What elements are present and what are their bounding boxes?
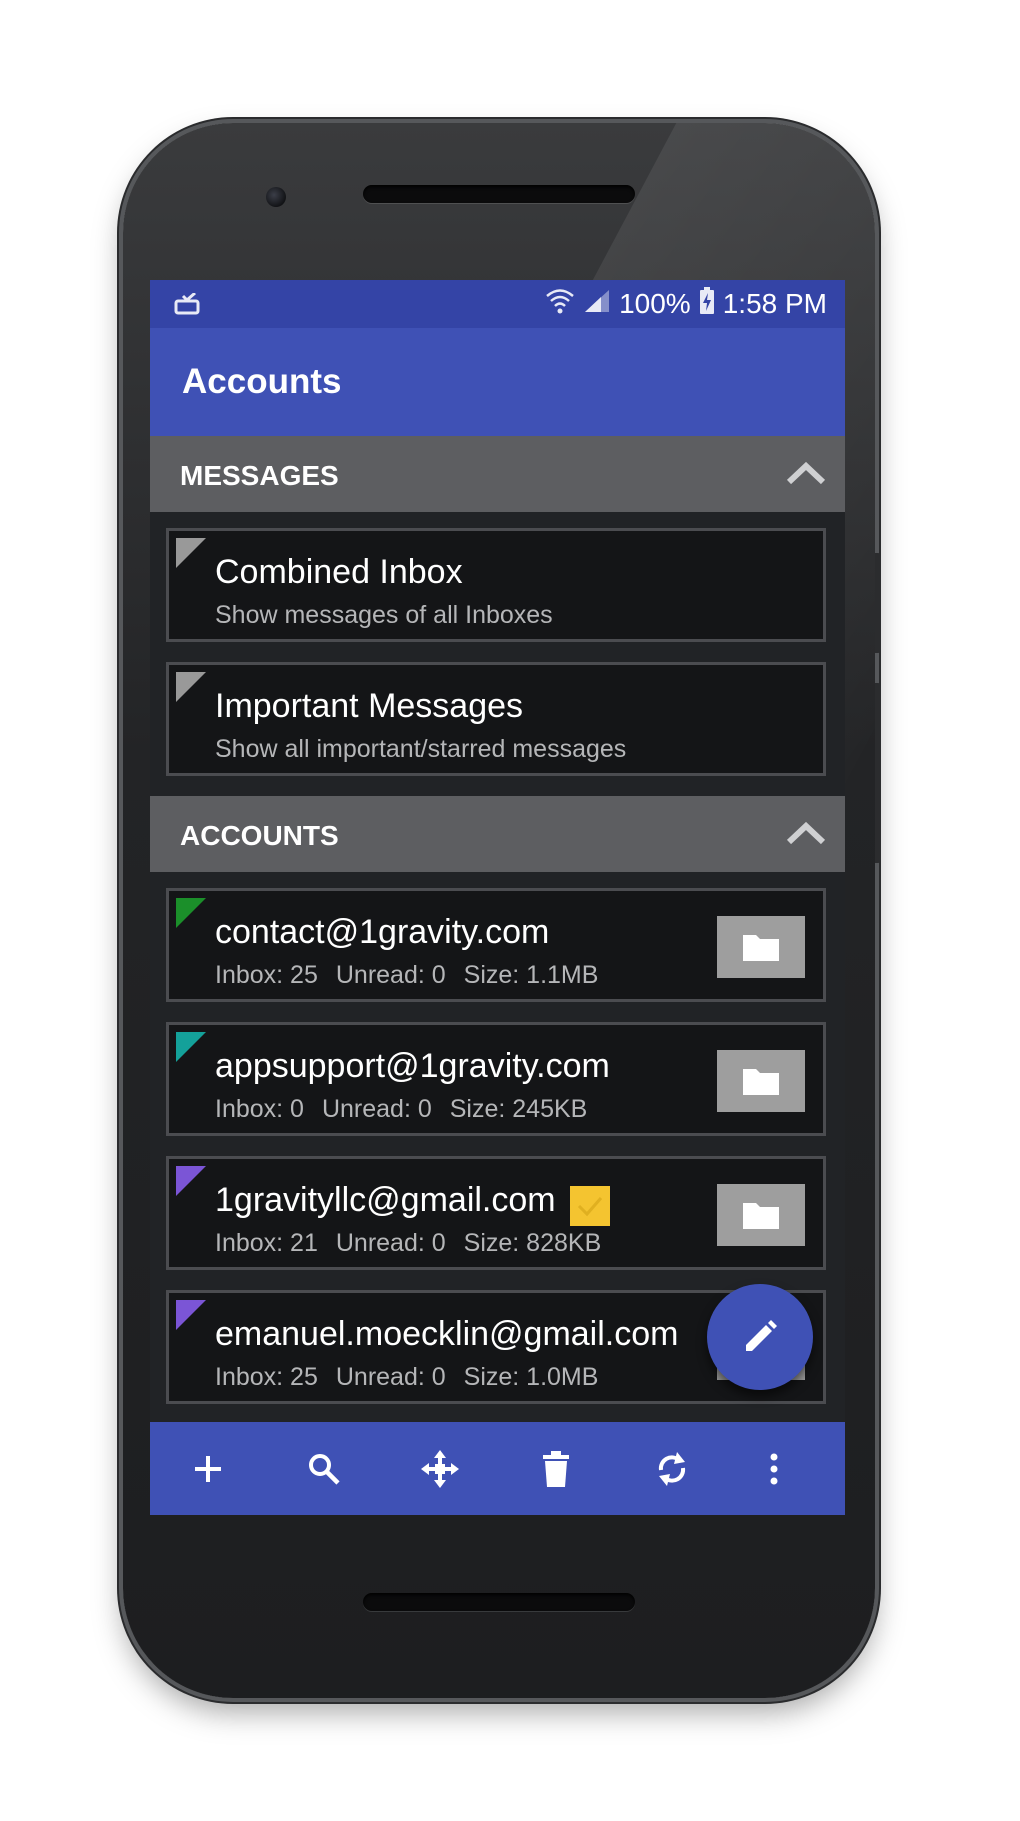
- inbox-count: Inbox: 25: [215, 961, 318, 989]
- account-size: Size: 245KB: [449, 1095, 588, 1123]
- unread-count: Unread: 0: [321, 1095, 432, 1123]
- item-title: Important Messages: [215, 687, 524, 725]
- search-icon: [309, 1453, 340, 1485]
- bottom-action-bar: [150, 1422, 845, 1515]
- account-email-row: 1gravityllc@gmail.com: [215, 1181, 610, 1226]
- account-color-indicator: [176, 898, 206, 928]
- unread-count: Unread: 0: [335, 1229, 446, 1257]
- section-label: MESSAGES: [180, 460, 339, 491]
- inbox-count: Inbox: 25: [215, 1363, 318, 1391]
- account-email: emanuel.moecklin@gmail.com: [215, 1315, 679, 1353]
- account-size: Size: 1.0MB: [463, 1363, 599, 1391]
- account-stats: Inbox: 0 Unread: 0 Size: 245KB: [215, 1095, 605, 1124]
- folder-color-indicator: [176, 672, 206, 702]
- inbox-count: Inbox: 0: [215, 1095, 304, 1123]
- folder-button[interactable]: [717, 1050, 805, 1112]
- add-account-button[interactable]: [168, 1422, 248, 1515]
- folder-icon: [743, 935, 779, 961]
- folder-icon: [743, 1069, 779, 1095]
- front-camera: [266, 187, 286, 207]
- battery-percent: 100%: [619, 288, 691, 319]
- account-size: Size: 828KB: [463, 1229, 602, 1257]
- move-arrows-icon: [421, 1449, 459, 1488]
- account-color-indicator: [176, 1032, 206, 1062]
- account-stats: Inbox: 21 Unread: 0 Size: 828KB: [215, 1229, 619, 1258]
- account-color-indicator: [176, 1166, 206, 1196]
- folder-icon: [743, 1203, 779, 1229]
- refresh-button[interactable]: [632, 1422, 712, 1515]
- account-email: 1gravityllc@gmail.com: [215, 1181, 556, 1219]
- battery-charging-icon: [699, 286, 715, 322]
- page-title: Accounts: [182, 362, 342, 401]
- account-size: Size: 1.1MB: [463, 961, 599, 989]
- account-color-indicator: [176, 1300, 206, 1330]
- clock: 1:58 PM: [722, 288, 827, 319]
- account-email: appsupport@1gravity.com: [215, 1047, 610, 1085]
- item-subtitle: Show messages of all Inboxes: [215, 601, 553, 629]
- trash-icon: [543, 1450, 569, 1487]
- pencil-compose-icon: [746, 1320, 777, 1351]
- messages-section-header[interactable]: MESSAGES: [150, 436, 845, 512]
- volume-button: [875, 553, 881, 653]
- checkbox-checked-icon[interactable]: [569, 1186, 610, 1226]
- email-notification-icon: [174, 291, 202, 320]
- account-item[interactable]: appsupport@1gravity.com Inbox: 0 Unread: …: [166, 1022, 826, 1136]
- sync-icon: [658, 1451, 686, 1486]
- app-bar: Accounts: [150, 328, 845, 436]
- item-subtitle: Show all important/starred messages: [215, 735, 627, 763]
- chevron-up-icon[interactable]: [785, 818, 827, 853]
- wifi-icon: [545, 287, 575, 322]
- search-button[interactable]: [284, 1422, 364, 1515]
- section-label: ACCOUNTS: [180, 820, 339, 851]
- compose-fab[interactable]: [707, 1284, 813, 1390]
- important-messages-item[interactable]: Important Messages Show all important/st…: [166, 662, 826, 776]
- more-options-button[interactable]: [734, 1422, 814, 1515]
- account-stats: Inbox: 25 Unread: 0 Size: 1.0MB: [215, 1363, 616, 1392]
- accounts-section-header[interactable]: ACCOUNTS: [150, 796, 845, 872]
- unread-count: Unread: 0: [335, 1363, 446, 1391]
- move-button[interactable]: [400, 1422, 480, 1515]
- account-stats: Inbox: 25 Unread: 0 Size: 1.1MB: [215, 961, 616, 990]
- bottom-speaker: [363, 1593, 635, 1611]
- status-bar: 100% 1:58 PM: [150, 280, 845, 328]
- folder-button[interactable]: [717, 916, 805, 978]
- app-screen: 100% 1:58 PM Accounts MESSAGES Combined …: [150, 280, 845, 1515]
- folder-button[interactable]: [717, 1184, 805, 1246]
- account-email: contact@1gravity.com: [215, 913, 550, 951]
- combined-inbox-item[interactable]: Combined Inbox Show messages of all Inbo…: [166, 528, 826, 642]
- delete-button[interactable]: [516, 1422, 596, 1515]
- chevron-up-icon[interactable]: [785, 458, 827, 493]
- power-button: [875, 683, 881, 863]
- unread-count: Unread: 0: [335, 961, 446, 989]
- item-title: Combined Inbox: [215, 553, 463, 591]
- account-item[interactable]: 1gravityllc@gmail.com Inbox: 21 Unread: 0…: [166, 1156, 826, 1270]
- inbox-count: Inbox: 21: [215, 1229, 318, 1257]
- plus-icon: [195, 1455, 221, 1482]
- account-item[interactable]: contact@1gravity.com Inbox: 25 Unread: 0 S…: [166, 888, 826, 1002]
- overflow-menu-icon: [770, 1453, 778, 1484]
- cell-signal-icon: [583, 288, 611, 321]
- folder-color-indicator: [176, 538, 206, 568]
- top-speaker: [363, 185, 635, 203]
